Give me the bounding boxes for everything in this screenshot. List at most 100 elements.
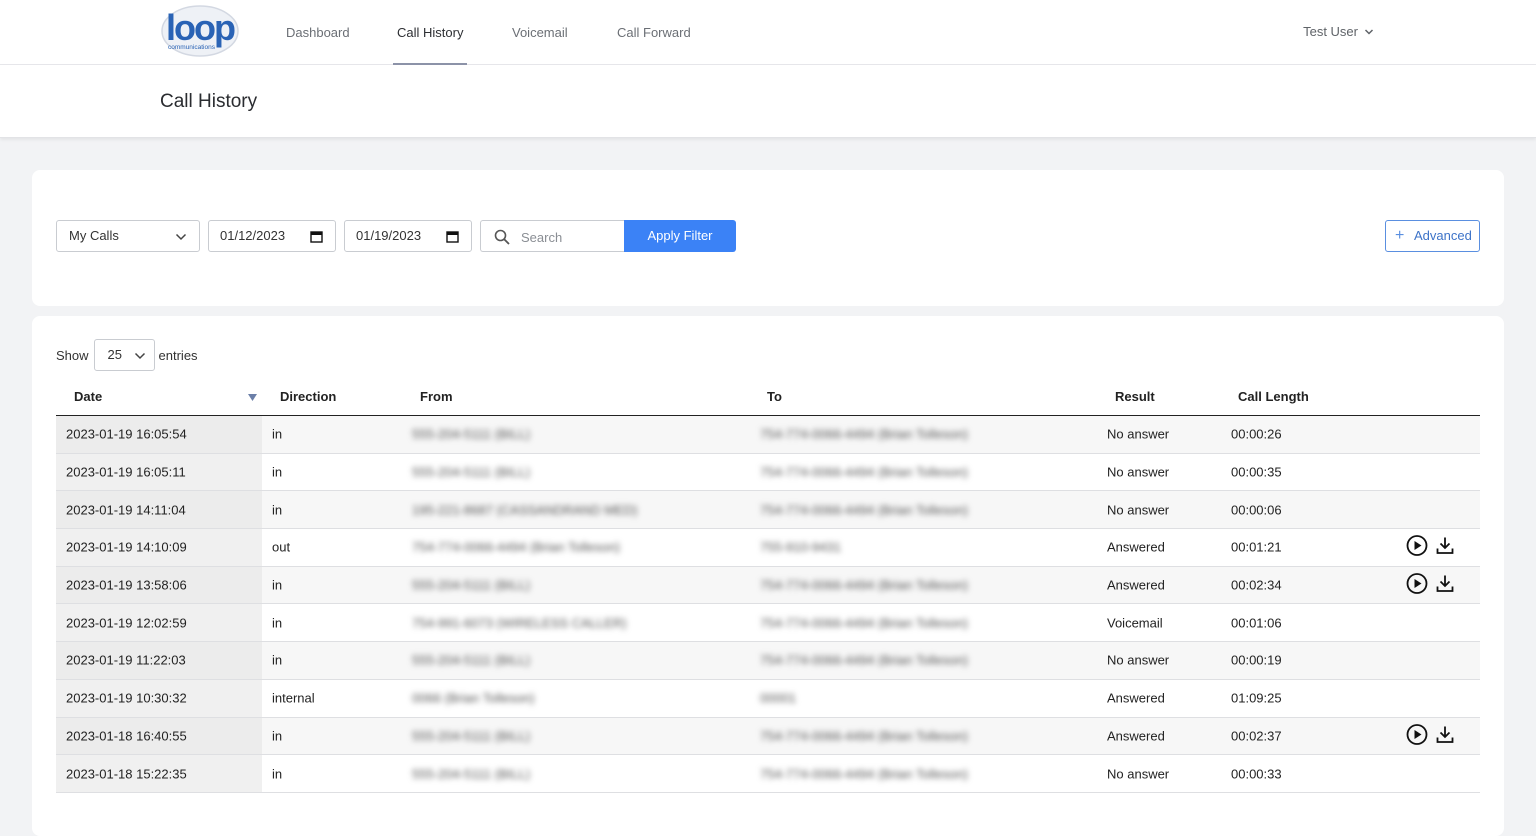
- search-input[interactable]: [521, 227, 621, 247]
- cell-call-length: 00:02:34: [1231, 577, 1282, 593]
- plus-icon: +: [1395, 227, 1405, 244]
- nav-call-history[interactable]: Call History: [392, 0, 468, 65]
- cell-date: 2023-01-18 16:40:55: [66, 728, 187, 744]
- cell-from: 0066 (Brian Tolleson): [412, 690, 535, 706]
- search-icon: [494, 229, 510, 245]
- page-header: Call History: [0, 65, 1536, 138]
- search-field[interactable]: [480, 220, 624, 252]
- cell-call-length: 00:02:37: [1231, 728, 1282, 744]
- cell-result: Answered: [1107, 577, 1165, 593]
- calendar-icon[interactable]: [310, 230, 323, 243]
- page-size-value: 25: [107, 347, 122, 362]
- cell-date: 2023-01-19 10:30:32: [66, 690, 187, 706]
- cell-call-length: 00:00:19: [1231, 652, 1282, 668]
- col-result[interactable]: Result: [1115, 389, 1155, 404]
- filter-panel: My Calls 01/12/2023 01/19/2023 Apply Fil…: [32, 170, 1504, 306]
- recording-actions: [1406, 535, 1454, 560]
- cell-result: No answer: [1107, 766, 1170, 782]
- page-size-select[interactable]: 25: [93, 339, 155, 371]
- table-row: 2023-01-18 16:40:55 in 555-204-5111 (BILL)…: [56, 717, 1480, 756]
- col-direction[interactable]: Direction: [280, 389, 336, 404]
- cell-direction: in: [272, 766, 283, 782]
- call-history-table: Date Direction From To Result Call Lengt…: [56, 378, 1480, 793]
- play-icon[interactable]: [1406, 723, 1428, 748]
- cell-from: 555-204-5111 (BILL): [412, 464, 531, 480]
- cell-direction: in: [272, 577, 283, 593]
- cell-direction: in: [272, 652, 283, 668]
- cell-call-length: 00:00:33: [1231, 766, 1282, 782]
- recording-actions: [1406, 723, 1454, 748]
- cell-call-length: 00:01:06: [1231, 615, 1282, 631]
- cell-result: No answer: [1107, 652, 1170, 668]
- table-header: Date Direction From To Result Call Lengt…: [56, 378, 1480, 416]
- call-history-table-card: Show 25 entries Date Direction From To R…: [32, 316, 1504, 836]
- play-icon[interactable]: [1406, 573, 1428, 598]
- nav-call-forward[interactable]: Call Forward: [617, 0, 691, 65]
- table-row: 2023-01-19 16:05:54 in 555-204-5111 (BILL)…: [56, 416, 1480, 454]
- calendar-icon[interactable]: [446, 230, 459, 243]
- cell-result: Answered: [1107, 728, 1165, 744]
- cell-result: Answered: [1107, 539, 1165, 555]
- cell-from: 555-204-5111 (BILL): [412, 652, 531, 668]
- date-to-input[interactable]: 01/19/2023: [344, 220, 472, 252]
- cell-to: 755-910-9431: [760, 539, 841, 555]
- col-date[interactable]: Date: [74, 389, 102, 404]
- chevron-down-icon: [175, 233, 187, 241]
- cell-from: 555-204-5111 (BILL): [412, 766, 531, 782]
- table-row: 2023-01-19 11:22:03 in 555-204-5111 (BILL)…: [56, 642, 1480, 680]
- call-scope-value: My Calls: [69, 228, 119, 243]
- page-title: Call History: [160, 91, 258, 112]
- cell-from: 195-221-8687 (CASSANDRAND MED): [412, 502, 638, 518]
- apply-filter-button[interactable]: Apply Filter: [624, 220, 736, 252]
- cell-date: 2023-01-19 16:05:11: [66, 464, 186, 480]
- date-from-input[interactable]: 01/12/2023: [208, 220, 336, 252]
- logo-subtext: communications: [168, 44, 216, 51]
- user-menu[interactable]: Test User: [1303, 24, 1374, 39]
- download-icon[interactable]: [1436, 725, 1454, 746]
- cell-direction: in: [272, 615, 283, 631]
- col-call-length[interactable]: Call Length: [1238, 389, 1309, 404]
- cell-result: No answer: [1107, 502, 1170, 518]
- top-nav: loop communications Dashboard Call Histo…: [0, 0, 1536, 65]
- cell-date: 2023-01-19 14:11:04: [66, 502, 186, 518]
- download-icon[interactable]: [1436, 575, 1454, 596]
- col-from[interactable]: From: [420, 389, 453, 404]
- sort-desc-icon[interactable]: [248, 394, 257, 401]
- table-row: 2023-01-19 14:11:04 in 195-221-8687 (CASSA…: [56, 491, 1480, 530]
- cell-direction: out: [272, 539, 291, 555]
- col-to[interactable]: To: [767, 389, 782, 404]
- cell-from: 555-204-5111 (BILL): [412, 728, 531, 744]
- call-scope-select[interactable]: My Calls: [56, 220, 200, 252]
- cell-direction: in: [272, 502, 283, 518]
- cell-direction: in: [272, 426, 283, 442]
- cell-from: 555-204-5111 (BILL): [412, 577, 531, 593]
- entries-label: entries: [158, 347, 198, 363]
- nav-voicemail[interactable]: Voicemail: [512, 0, 568, 65]
- cell-result: Voicemail: [1107, 615, 1163, 631]
- cell-to: 754-774-0066-4494 (Brian Tolleson): [760, 426, 968, 442]
- download-icon[interactable]: [1436, 537, 1454, 558]
- play-icon[interactable]: [1406, 535, 1428, 560]
- nav-dashboard[interactable]: Dashboard: [286, 0, 350, 65]
- loop-logo[interactable]: loop communications: [160, 4, 240, 58]
- cell-call-length: 01:09:25: [1231, 690, 1282, 706]
- show-entries: Show 25 entries: [56, 339, 198, 371]
- table-row: 2023-01-19 16:05:11 in 555-204-5111 (BILL)…: [56, 453, 1480, 492]
- cell-from: 555-204-5111 (BILL): [412, 426, 531, 442]
- date-to-value: 01/19/2023: [356, 228, 422, 243]
- recording-actions: [1406, 573, 1454, 598]
- advanced-button[interactable]: + Advanced: [1385, 220, 1480, 252]
- chevron-down-icon: [134, 352, 145, 360]
- date-from-value: 01/12/2023: [220, 228, 286, 243]
- cell-date: 2023-01-19 11:22:03: [66, 652, 186, 668]
- cell-to: 754-774-0066-4494 (Brian Tolleson): [760, 766, 968, 782]
- advanced-label: Advanced: [1414, 228, 1472, 243]
- table-row: 2023-01-19 12:02:59 in 754-991-6073 (WIREL…: [56, 604, 1480, 643]
- cell-to: 754-774-0066-4494 (Brian Tolleson): [760, 577, 968, 593]
- cell-call-length: 00:00:06: [1231, 502, 1282, 518]
- logo-text: loop: [166, 7, 235, 48]
- table-body: 2023-01-19 16:05:54 in 555-204-5111 (BILL)…: [56, 416, 1480, 793]
- cell-to: 754-774-0066-4494 (Brian Tolleson): [760, 502, 968, 518]
- chevron-down-icon: [1364, 28, 1374, 35]
- cell-date: 2023-01-19 16:05:54: [66, 426, 187, 442]
